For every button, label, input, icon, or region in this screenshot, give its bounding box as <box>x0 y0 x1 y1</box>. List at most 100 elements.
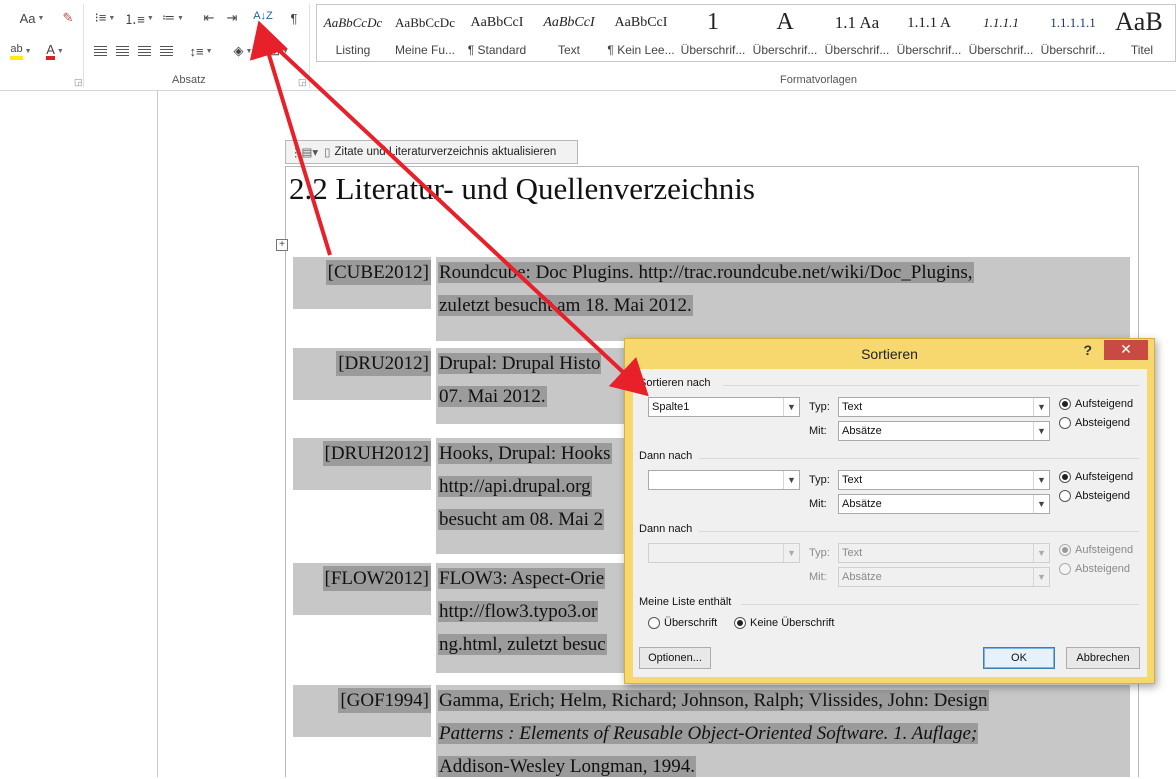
bibliography-field-tab[interactable]: ⋮▤▾ ▯ Zitate und Literaturverzeichnis ak… <box>285 140 578 164</box>
ribbon: Aa ▼ ✎ ab ▼ A ▼ ⁝≡ ▼ ⒈≡ ▼ ≔ ▼ ⇤ ⇥ A↓Z ¶ ↕≡ ▼ ◈ ▼… <box>0 0 1176 91</box>
then-by-2-with-select[interactable]: Absätze ▼ <box>838 567 1050 587</box>
reference-key-cell[interactable]: [DRUH2012] <box>293 438 431 490</box>
style-sample: 1 <box>707 9 719 35</box>
sort-by-column-select[interactable]: Spalte1 ▼ <box>648 397 800 417</box>
style-standard[interactable]: AaBbCcI ¶ Standard <box>461 5 533 61</box>
reference-key-cell[interactable]: [GOF1994] <box>293 685 431 737</box>
align-right-icon[interactable] <box>134 40 154 62</box>
style-sample: AaBbCcI <box>614 15 668 30</box>
sort2-descending-radio[interactable]: Absteigend <box>1059 490 1130 502</box>
style-sample: A <box>776 9 794 35</box>
reference-line: http://flow3.typo3.or <box>438 601 599 622</box>
reference-line: 07. Mai 2012. <box>438 386 547 407</box>
multilevel-list-button[interactable]: ≔ ▼ <box>158 7 188 29</box>
style-kein-leerraum[interactable]: AaBbCcI ¶ Kein Lee... <box>605 5 677 61</box>
style-meine-fu[interactable]: AaBbCcDc Meine Fu... <box>389 5 461 61</box>
style-sample: AaBbCcDc <box>323 15 383 30</box>
reference-entry-cell[interactable]: Gamma, Erich; Helm, Richard; Johnson, Ra… <box>436 685 1130 777</box>
type-label: Typ: <box>809 547 830 559</box>
sort-icon[interactable]: A↓Z <box>252 5 274 27</box>
with-label: Mit: <box>809 425 827 437</box>
ok-button[interactable]: OK <box>983 647 1055 669</box>
chevron-down-icon: ▼ <box>1033 471 1049 489</box>
increase-indent-icon[interactable]: ⇥ <box>222 7 242 29</box>
shading-button[interactable]: ◈ ▼ <box>228 40 258 62</box>
style-title[interactable]: AaB Titel <box>1109 5 1175 61</box>
reference-line: Roundcube: Doc Plugins. http://trac.roun… <box>438 262 974 283</box>
sort-by-with-select[interactable]: Absätze ▼ <box>838 421 1050 441</box>
font-color-button[interactable]: A ▼ <box>40 40 70 62</box>
sort2-ascending-radio[interactable]: Aufsteigend <box>1059 471 1133 483</box>
align-center-icon[interactable] <box>112 40 132 62</box>
divider <box>83 4 84 88</box>
selected-value: Absätze <box>842 571 882 583</box>
sort3-ascending-radio[interactable]: Aufsteigend <box>1059 544 1133 556</box>
show-formatting-marks-icon[interactable]: ¶ <box>284 7 304 29</box>
align-left-icon[interactable] <box>90 40 110 62</box>
style-heading-1[interactable]: 1 Überschrif... <box>677 5 749 61</box>
style-name: Überschrif... <box>1040 43 1106 57</box>
reference-key-cell[interactable]: [DRU2012] <box>293 348 431 400</box>
style-heading-5[interactable]: 1.1.1.1.1 Überschrif... <box>1037 5 1109 61</box>
then-by-2-column-select[interactable]: ▼ <box>648 543 800 563</box>
options-button[interactable]: Optionen... <box>639 647 711 669</box>
borders-button[interactable]: ⊞ ▼ <box>264 40 294 62</box>
help-icon[interactable]: ? <box>1083 342 1092 358</box>
style-name: Überschrif... <box>752 43 818 57</box>
then-by-section-title: Dann nach <box>639 523 693 535</box>
paragraph-dialog-launcher-icon[interactable]: ◲ <box>298 77 307 88</box>
update-citations-button[interactable]: Zitate und Literaturverzeichnis aktualis… <box>334 146 556 158</box>
style-heading-4[interactable]: 1.1.1.1 Überschrif... <box>965 5 1037 61</box>
sort3-descending-radio[interactable]: Absteigend <box>1059 563 1130 575</box>
sort-by-type-select[interactable]: Text ▼ <box>838 397 1050 417</box>
reference-key-cell[interactable]: [CUBE2012] <box>293 257 431 309</box>
chevron-down-icon: ▼ <box>1033 495 1049 513</box>
style-sample: 1.1.1.1 <box>983 15 1019 30</box>
justify-icon[interactable] <box>156 40 176 62</box>
field-menu-icon[interactable]: ⋮▤▾ <box>290 145 318 159</box>
reference-line: http://api.drupal.org <box>438 476 592 497</box>
reference-entry-cell[interactable]: Roundcube: Doc Plugins. http://trac.roun… <box>436 257 1130 341</box>
style-heading-2[interactable]: 1.1 Aa Überschrif... <box>821 5 893 61</box>
style-sample: AaBbCcI <box>543 15 595 30</box>
sort1-descending-radio[interactable]: Absteigend <box>1059 417 1130 429</box>
divider <box>699 531 1139 532</box>
with-label: Mit: <box>809 571 827 583</box>
reference-line: Drupal: Drupal Histo <box>438 353 602 374</box>
then-by-type-select[interactable]: Text ▼ <box>838 470 1050 490</box>
cancel-button[interactable]: Abbrechen <box>1066 647 1140 669</box>
decrease-indent-icon[interactable]: ⇤ <box>199 7 219 29</box>
style-listing[interactable]: AaBbCcDc Listing <box>317 5 389 61</box>
table-move-handle-icon[interactable]: + <box>276 239 288 251</box>
chevron-down-icon: ▼ <box>1033 568 1049 586</box>
close-icon[interactable]: ✕ <box>1104 340 1148 360</box>
change-case-button[interactable]: Aa ▼ <box>17 7 47 29</box>
clear-formatting-icon[interactable]: ✎ <box>57 7 79 29</box>
reference-line: Addison-Wesley Longman, 1994. <box>438 756 696 777</box>
highlighter-icon: ab <box>10 43 23 60</box>
style-sample: AaBbCcI <box>470 15 524 30</box>
style-text[interactable]: AaBbCcI Text <box>533 5 605 61</box>
page-margin-guide <box>157 91 158 777</box>
sort1-ascending-radio[interactable]: Aufsteigend <box>1059 398 1133 410</box>
then-by-2-type-select[interactable]: Text ▼ <box>838 543 1050 563</box>
style-heading-a[interactable]: A Überschrif... <box>749 5 821 61</box>
no-header-row-radio[interactable]: Keine Überschrift <box>734 617 834 629</box>
reference-key-cell[interactable]: [FLOW2012] <box>293 563 431 615</box>
style-sample: 1.1.1.1.1 <box>1050 15 1096 30</box>
style-name: Überschrif... <box>968 43 1034 57</box>
font-dialog-launcher-icon[interactable]: ◲ <box>74 77 83 88</box>
then-by-with-select[interactable]: Absätze ▼ <box>838 494 1050 514</box>
style-heading-3[interactable]: 1.1.1 A Überschrif... <box>893 5 965 61</box>
reference-line: besucht am 08. Mai 2 <box>438 509 605 530</box>
divider <box>699 458 1139 459</box>
highlight-color-button[interactable]: ab ▼ <box>4 40 38 62</box>
numbering-button[interactable]: ⒈≡ ▼ <box>124 7 154 29</box>
header-row-radio[interactable]: Überschrift <box>648 617 717 629</box>
bullets-button[interactable]: ⁝≡ ▼ <box>90 7 120 29</box>
styles-gallery: AaBbCcDc Listing AaBbCcDc Meine Fu... AaBb… <box>316 4 1176 62</box>
line-spacing-button[interactable]: ↕≡ ▼ <box>186 40 216 62</box>
then-by-column-select[interactable]: ▼ <box>648 470 800 490</box>
style-name: Titel <box>1130 43 1154 57</box>
with-label: Mit: <box>809 498 827 510</box>
